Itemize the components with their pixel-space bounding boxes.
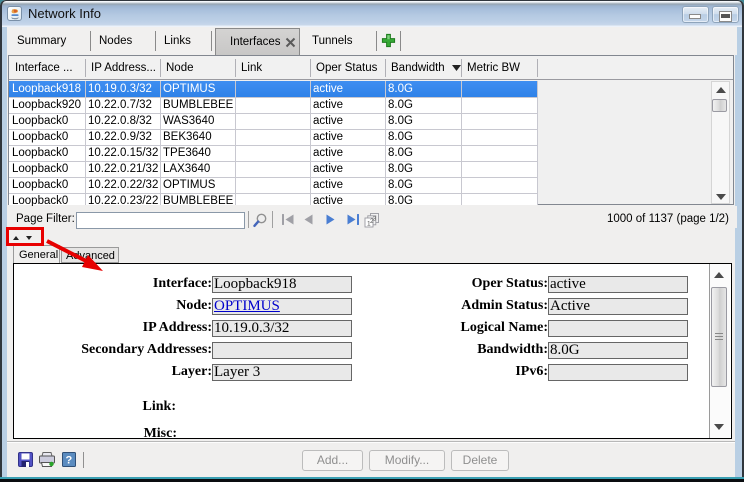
- svg-text:?: ?: [66, 455, 73, 467]
- svg-text:3: 3: [373, 216, 377, 223]
